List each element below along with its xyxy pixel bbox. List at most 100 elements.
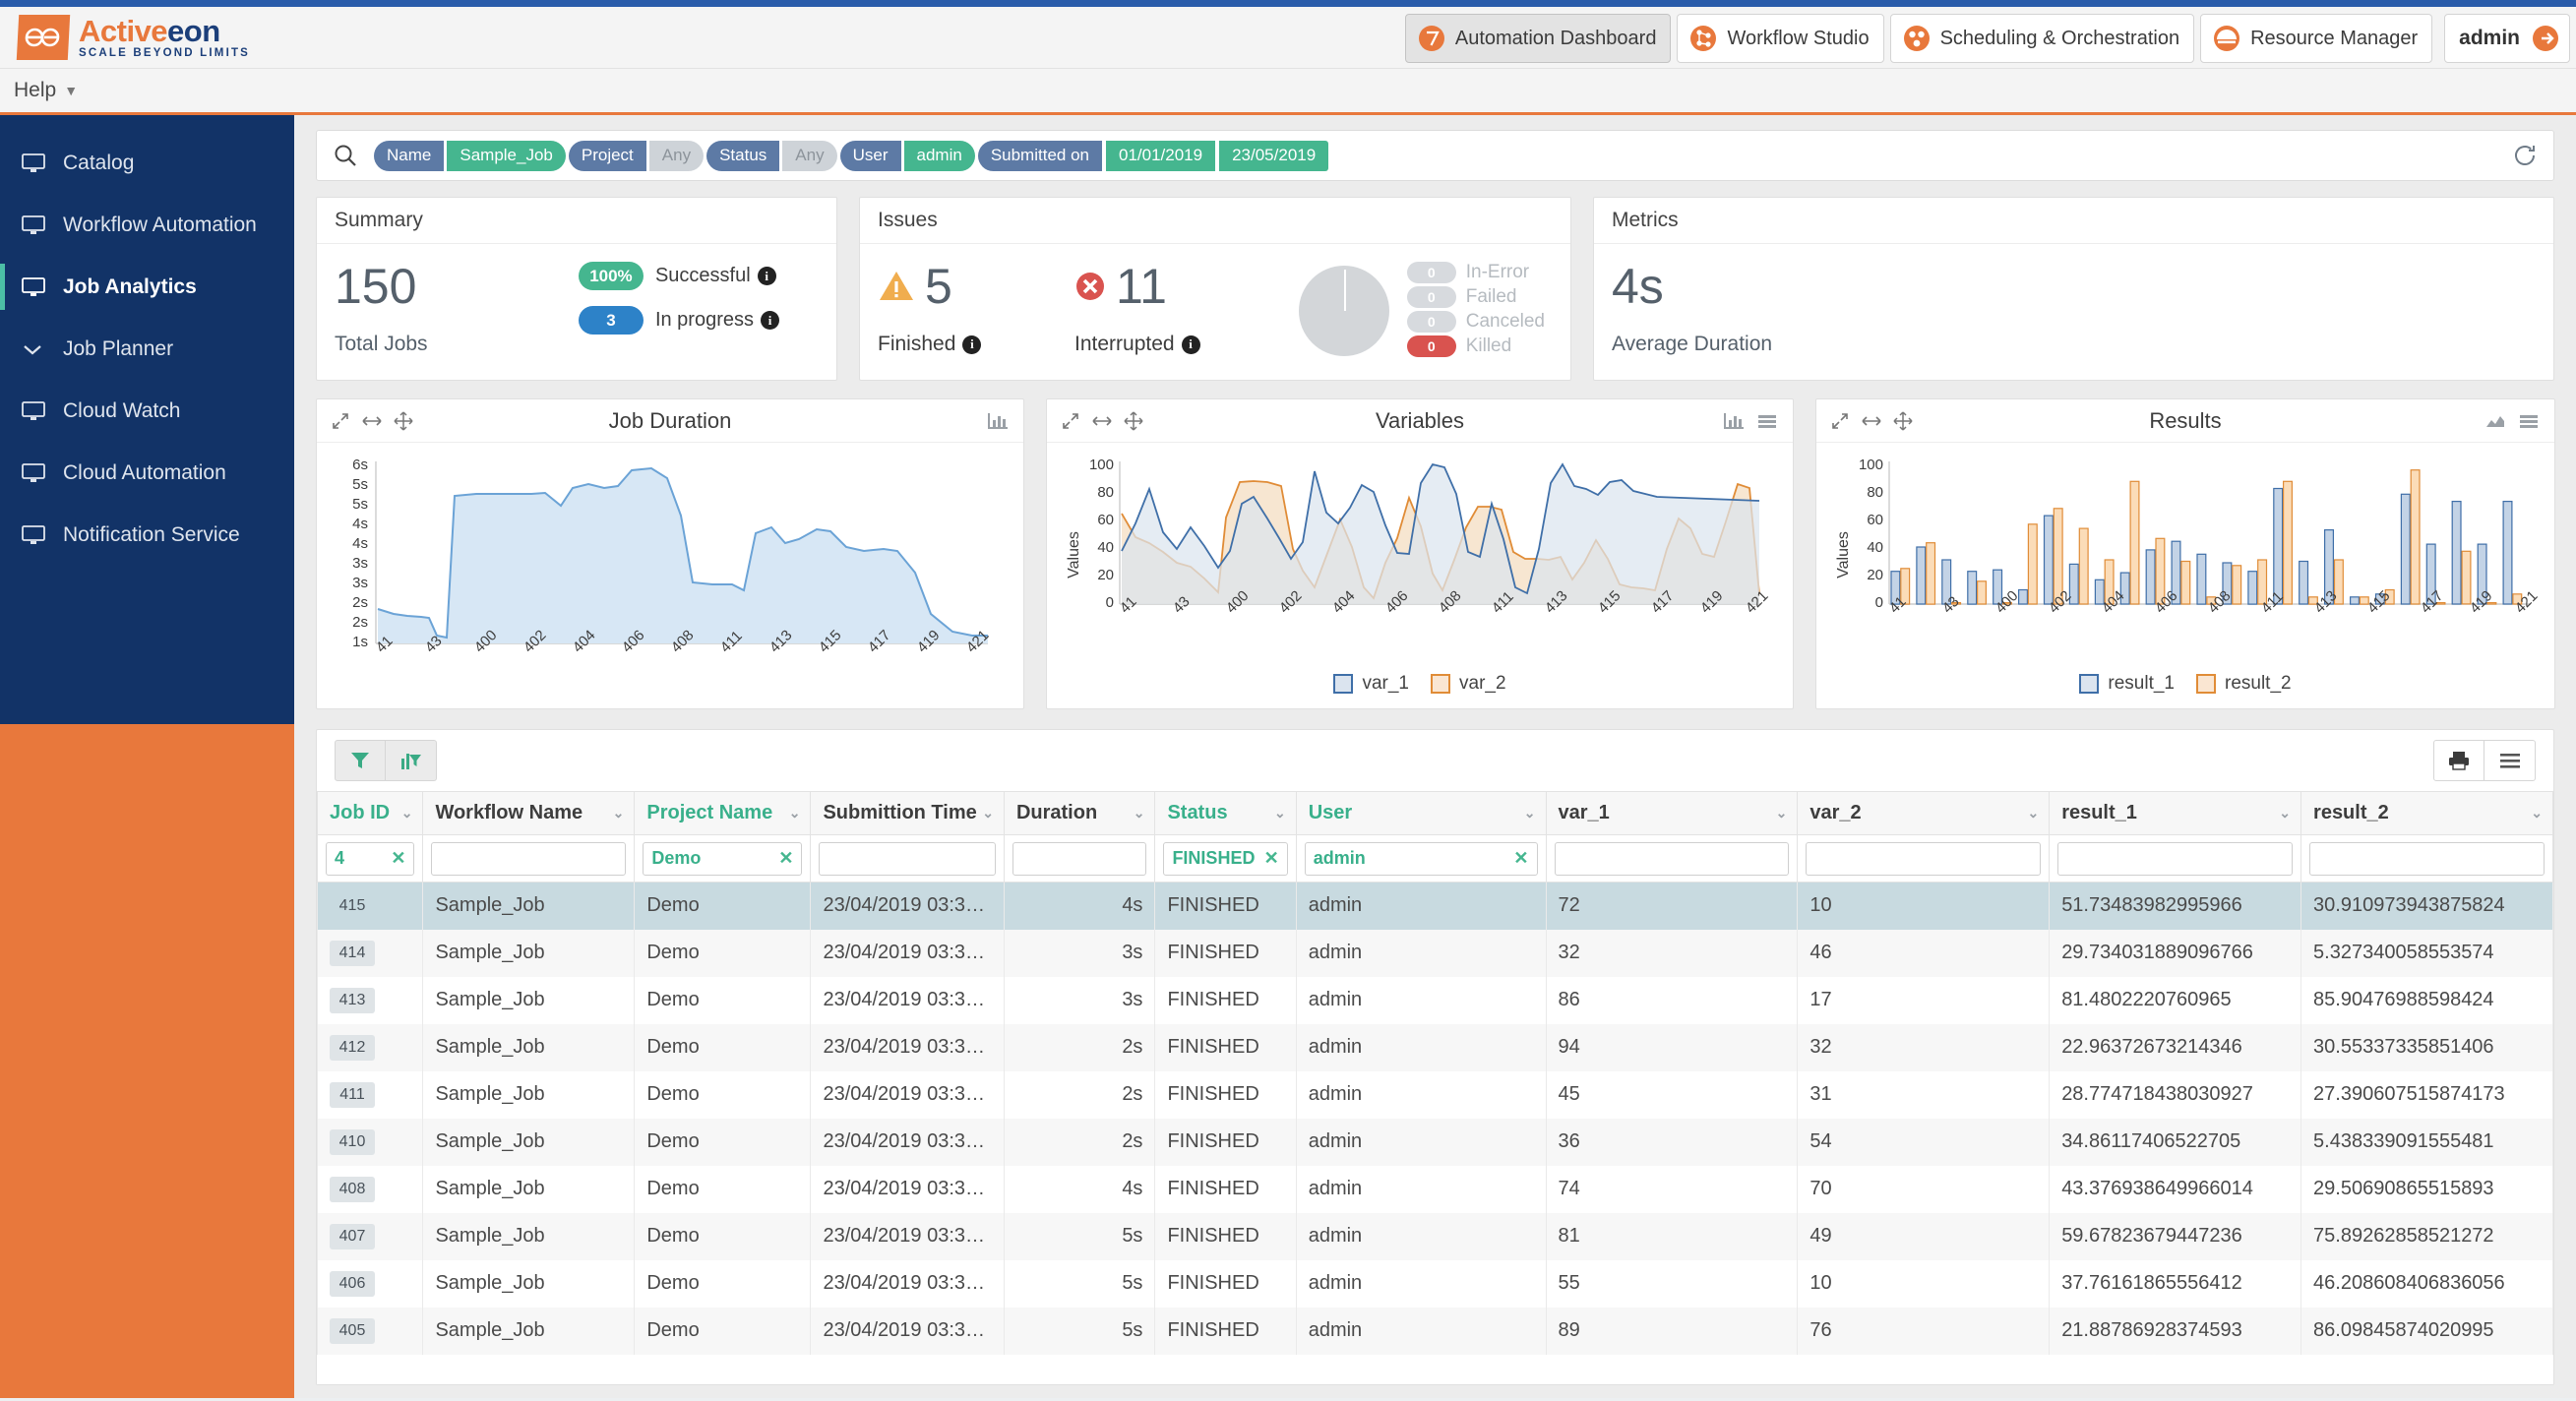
- app-button-resource-manager[interactable]: Resource Manager: [2200, 14, 2433, 63]
- legend-item-result-2[interactable]: result_2: [2196, 673, 2292, 695]
- info-icon[interactable]: i: [761, 311, 779, 330]
- clear-icon[interactable]: ✕: [1264, 848, 1279, 869]
- clear-icon[interactable]: ✕: [1513, 848, 1528, 869]
- info-icon[interactable]: i: [962, 335, 982, 354]
- cell-job-id: 410: [316, 1118, 424, 1166]
- column-header-var-2[interactable]: var_2 ⌄: [1797, 791, 2051, 835]
- resize-horizontal-icon[interactable]: [1091, 411, 1113, 431]
- clear-icon[interactable]: ✕: [391, 848, 405, 869]
- move-icon[interactable]: [1124, 410, 1143, 431]
- sidebar-item-cloud-automation[interactable]: Cloud Automation: [0, 442, 294, 504]
- hamburger-menu-icon[interactable]: [2484, 740, 2536, 781]
- average-duration-label: Average Duration: [1612, 333, 1773, 355]
- column-header-project-name[interactable]: Project Name ⌄: [634, 791, 812, 835]
- sidebar-item-cloud-watch[interactable]: Cloud Watch: [0, 380, 294, 442]
- svg-text:100: 100: [1089, 457, 1114, 473]
- table-row[interactable]: 405 Sample_Job Demo 23/04/2019 03:38:23 5s FI…: [316, 1307, 2553, 1355]
- svg-text:100: 100: [1859, 457, 1883, 473]
- info-icon[interactable]: i: [757, 267, 776, 285]
- sidebar-item-notification-service[interactable]: Notification Service: [0, 504, 294, 566]
- cell-duration: 3s: [1003, 929, 1156, 977]
- table-row[interactable]: 413 Sample_Job Demo 23/04/2019 03:38:37 3s FI…: [316, 976, 2553, 1024]
- chip-value-user[interactable]: admin: [903, 140, 975, 171]
- chart-funnel-icon[interactable]: [386, 740, 437, 781]
- expand-icon[interactable]: [1061, 411, 1080, 431]
- legend-item-var-2[interactable]: var_2: [1431, 673, 1506, 695]
- search-icon[interactable]: [333, 143, 358, 168]
- sidebar-item-label: Catalog: [63, 151, 135, 174]
- clear-icon[interactable]: ✕: [778, 848, 793, 869]
- jobs-table: Job ID ⌄ Workflow Name ⌄ Project Name ⌄ Sub…: [316, 791, 2553, 1355]
- table-row[interactable]: 407 Sample_Job Demo 23/04/2019 03:38:23 5s FI…: [316, 1212, 2553, 1260]
- sidebar-item-workflow-automation[interactable]: Workflow Automation: [0, 194, 294, 256]
- filter-input-duration[interactable]: [1012, 841, 1147, 876]
- monitor-icon: [22, 400, 51, 421]
- table-view-icon[interactable]: [2517, 410, 2541, 432]
- column-header-duration[interactable]: Duration ⌄: [1003, 791, 1156, 835]
- filter-input-workflow-name[interactable]: [431, 841, 627, 876]
- cell-duration: 3s: [1003, 976, 1156, 1024]
- cell-job-id: 414: [316, 929, 424, 977]
- column-header-status[interactable]: Status ⌄: [1154, 791, 1297, 835]
- table-view-icon[interactable]: [1755, 410, 1779, 432]
- column-header-workflow-name[interactable]: Workflow Name ⌄: [422, 791, 636, 835]
- table-row[interactable]: 410 Sample_Job Demo 23/04/2019 03:38:26 2s FI…: [316, 1118, 2553, 1166]
- table-row[interactable]: 411 Sample_Job Demo 23/04/2019 03:38:31 2s FI…: [316, 1070, 2553, 1119]
- app-button-workflow-studio[interactable]: Workflow Studio: [1677, 14, 1884, 63]
- column-header-job-id[interactable]: Job ID ⌄: [316, 791, 424, 835]
- svg-text:421: 421: [2512, 587, 2542, 617]
- user-menu-button[interactable]: admin: [2444, 14, 2570, 63]
- sidebar-item-job-planner[interactable]: Job Planner: [0, 318, 294, 380]
- filter-input-user[interactable]: admin ✕: [1304, 841, 1538, 876]
- area-chart-icon[interactable]: [2484, 410, 2507, 432]
- filter-input-result-2[interactable]: [2309, 841, 2545, 876]
- chip-value-status[interactable]: Any: [782, 140, 837, 171]
- chip-value-date-to[interactable]: 23/05/2019: [1218, 140, 1329, 171]
- bar-chart-icon[interactable]: [1722, 410, 1746, 432]
- table-row[interactable]: 406 Sample_Job Demo 23/04/2019 03:38:23 5s FI…: [316, 1259, 2553, 1308]
- bar-chart-icon[interactable]: [986, 410, 1010, 432]
- move-icon[interactable]: [1893, 410, 1913, 431]
- column-header-user[interactable]: User ⌄: [1295, 791, 1547, 835]
- filter-input-job-id[interactable]: 4 ✕: [326, 841, 415, 876]
- table-row[interactable]: 415 Sample_Job Demo 23/04/2019 03:38:38 4s FI…: [316, 882, 2553, 930]
- resize-horizontal-icon[interactable]: [361, 411, 383, 431]
- cell-result-2: 85.90476988598424: [2300, 976, 2553, 1024]
- app-button-scheduling-orchestration[interactable]: Scheduling & Orchestration: [1889, 14, 2195, 63]
- chip-value-name[interactable]: Sample_Job: [447, 140, 566, 171]
- sidebar-item-job-analytics[interactable]: Job Analytics: [0, 256, 294, 318]
- table-row[interactable]: 412 Sample_Job Demo 23/04/2019 03:38:33 2s FI…: [316, 1023, 2553, 1071]
- expand-icon[interactable]: [331, 411, 350, 431]
- cell-job-id: 408: [316, 1165, 424, 1213]
- filter-input-result-1[interactable]: [2057, 841, 2294, 876]
- filter-input-project-name[interactable]: Demo ✕: [643, 841, 803, 876]
- expand-icon[interactable]: [1830, 411, 1850, 431]
- print-icon[interactable]: [2433, 740, 2484, 781]
- average-duration-value: 4s: [1612, 259, 1664, 314]
- svg-text:5s: 5s: [352, 496, 368, 513]
- brand-logo[interactable]: Activeeon SCALE BEYOND LIMITS: [0, 15, 250, 60]
- filter-input-submittion-time[interactable]: [819, 841, 996, 876]
- table-row[interactable]: 414 Sample_Job Demo 23/04/2019 03:38:38 3s FI…: [316, 929, 2553, 977]
- chip-value-date-from[interactable]: 01/01/2019: [1105, 140, 1216, 171]
- filter-input-var-2[interactable]: [1806, 841, 2042, 876]
- move-icon[interactable]: [394, 410, 413, 431]
- filter-input-status[interactable]: FINISHED ✕: [1163, 841, 1288, 876]
- legend-item-var-1[interactable]: var_1: [1333, 673, 1409, 695]
- filter-input-var-1[interactable]: [1554, 841, 1790, 876]
- table-row[interactable]: 408 Sample_Job Demo 23/04/2019 03:38:23 4s FI…: [316, 1165, 2553, 1213]
- help-menu[interactable]: Help: [14, 79, 56, 102]
- column-header-submittion-time[interactable]: Submittion Time ⌄: [810, 791, 1005, 835]
- funnel-icon[interactable]: [335, 740, 386, 781]
- column-header-result-1[interactable]: result_1 ⌄: [2049, 791, 2302, 835]
- legend-item-result-1[interactable]: result_1: [2079, 673, 2175, 695]
- column-header-result-2[interactable]: result_2 ⌄: [2300, 791, 2553, 835]
- column-header-var-1[interactable]: var_1 ⌄: [1545, 791, 1799, 835]
- chip-value-project[interactable]: Any: [648, 140, 705, 171]
- app-button-automation-dashboard[interactable]: Automation Dashboard: [1404, 14, 1672, 63]
- resize-horizontal-icon[interactable]: [1861, 411, 1882, 431]
- refresh-icon[interactable]: [2512, 143, 2538, 168]
- info-icon[interactable]: i: [1181, 335, 1200, 354]
- sidebar-item-catalog[interactable]: Catalog: [0, 132, 294, 194]
- svg-text:2s: 2s: [352, 614, 368, 631]
